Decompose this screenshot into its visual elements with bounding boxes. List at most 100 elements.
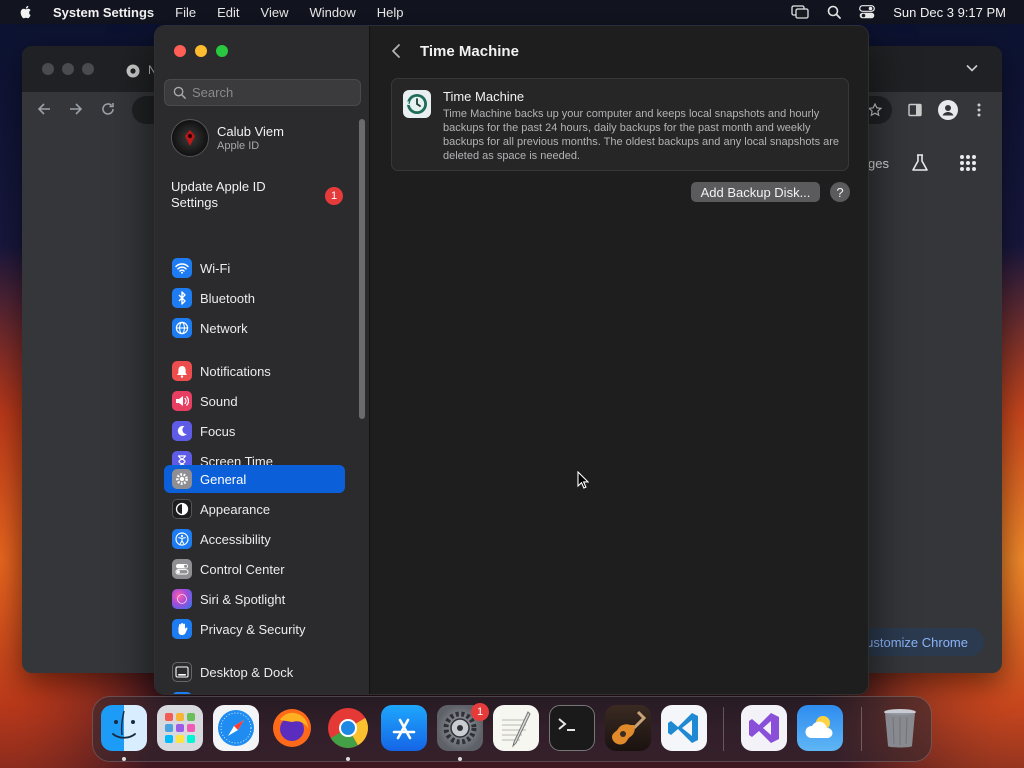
dock-chrome[interactable] <box>325 705 371 751</box>
bookmark-star-icon[interactable] <box>868 103 882 117</box>
siri-icon <box>172 589 192 609</box>
sidebar-item-next[interactable] <box>164 688 345 694</box>
sidebar-item-general[interactable]: General <box>164 465 345 493</box>
sidebar-item-wifi[interactable]: Wi-Fi <box>164 254 345 282</box>
apple-id-account[interactable]: Calub Viem Apple ID <box>171 119 284 157</box>
trash-icon <box>884 709 916 748</box>
chrome-minimize-button[interactable] <box>62 63 74 75</box>
sidebar-item-bluetooth[interactable]: Bluetooth <box>164 284 345 312</box>
sidebar-item-label: Control Center <box>200 561 285 577</box>
sidebar-item-label: General <box>200 471 247 487</box>
search-input[interactable] <box>192 85 352 100</box>
sidebar-item-siri-spotlight[interactable]: Siri & Spotlight <box>164 585 345 613</box>
chevron-down-icon[interactable] <box>966 64 978 72</box>
sidebar-item-sound[interactable]: Sound <box>164 387 345 415</box>
sidebar-item-label: Privacy & Security <box>200 621 306 637</box>
side-panel-icon[interactable] <box>908 103 922 117</box>
dock-trash[interactable] <box>877 705 923 751</box>
search-field[interactable] <box>164 79 361 106</box>
dock-launchpad[interactable] <box>157 705 203 751</box>
chrome-icon <box>328 708 368 748</box>
dock-app-store[interactable] <box>381 705 427 751</box>
visual-studio-icon <box>749 713 779 743</box>
dock-firefox[interactable] <box>269 705 315 751</box>
spotlight-search-icon[interactable] <box>827 5 842 19</box>
sidebar-item-appearance[interactable]: Appearance <box>164 495 345 523</box>
sidebar-item-notifications[interactable]: Notifications <box>164 357 345 385</box>
chrome-zoom-button[interactable] <box>82 63 94 75</box>
labs-flask-icon[interactable] <box>910 153 930 173</box>
dock-icon <box>172 662 192 682</box>
apps-grid-icon[interactable] <box>959 154 977 172</box>
chrome-favicon-icon <box>126 64 140 78</box>
launchpad-icon <box>165 713 195 743</box>
dock-vscode[interactable] <box>661 705 707 751</box>
settings-main-pane: Time Machine Time Machine Time Machine b… <box>371 26 868 694</box>
add-backup-disk-button[interactable]: Add Backup Disk... <box>691 182 820 202</box>
system-settings-window[interactable]: Calub Viem Apple ID Update Apple ID Sett… <box>154 25 869 695</box>
running-indicator <box>458 757 462 761</box>
profile-icon[interactable] <box>938 100 958 120</box>
sidebar-item-focus[interactable]: Focus <box>164 417 345 445</box>
sidebar-item-privacy-security[interactable]: Privacy & Security <box>164 615 345 643</box>
control-center-icon[interactable] <box>859 5 876 19</box>
minimize-button[interactable] <box>195 45 207 57</box>
update-apple-id-settings[interactable]: Update Apple ID Settings 1 <box>171 179 343 211</box>
menu-clock[interactable]: Sun Dec 3 9:17 PM <box>893 5 1006 20</box>
firefox-icon <box>273 709 311 747</box>
dock-finder[interactable] <box>101 705 147 751</box>
screen-mirroring-icon[interactable] <box>791 5 809 19</box>
dock-terminal[interactable] <box>549 705 595 751</box>
account-subtitle: Apple ID <box>217 140 260 152</box>
sidebar-item-desktop-dock[interactable]: Desktop & Dock <box>164 658 345 686</box>
guitar-icon <box>612 710 647 745</box>
window-controls[interactable] <box>174 45 228 57</box>
menu-window[interactable]: Window <box>309 5 355 20</box>
weather-cloud-sun-icon <box>805 716 833 738</box>
menu-bar: System Settings File Edit View Window He… <box>0 0 1024 24</box>
chrome-ntp-link-fragment[interactable]: ges <box>868 156 889 171</box>
time-machine-title: Time Machine <box>443 89 525 104</box>
bluetooth-icon <box>172 288 192 308</box>
sidebar-item-network[interactable]: Network <box>164 314 345 342</box>
back-arrow-icon[interactable] <box>36 101 52 117</box>
apple-logo-icon[interactable] <box>18 4 34 20</box>
menu-help[interactable]: Help <box>377 5 404 20</box>
running-indicator <box>346 757 350 761</box>
dock-safari[interactable] <box>213 705 259 751</box>
moon-icon <box>172 421 192 441</box>
more-vertical-icon[interactable] <box>977 103 981 117</box>
dock-weather[interactable] <box>797 705 843 751</box>
page-title: Time Machine <box>420 43 519 60</box>
menu-file[interactable]: File <box>175 5 196 20</box>
sidebar-item-label: Desktop & Dock <box>200 664 294 680</box>
menu-app-name[interactable]: System Settings <box>53 5 154 20</box>
time-machine-description: Time Machine backs up your computer and … <box>443 108 840 162</box>
sidebar-item-label: Appearance <box>200 501 271 517</box>
sidebar-item-label: Focus <box>200 423 236 439</box>
update-apple-id-label: Update Apple ID Settings <box>171 179 266 210</box>
back-chevron-icon[interactable] <box>389 42 403 60</box>
sidebar-item-label: Siri & Spotlight <box>200 591 286 607</box>
vscode-icon <box>668 713 698 743</box>
help-button[interactable]: ? <box>830 182 850 202</box>
menu-edit[interactable]: Edit <box>217 5 239 20</box>
menu-view[interactable]: View <box>261 5 289 20</box>
dock-separator <box>861 707 862 751</box>
settings-sidebar: Calub Viem Apple ID Update Apple ID Sett… <box>155 26 370 694</box>
close-button[interactable] <box>174 45 186 57</box>
zoom-button[interactable] <box>216 45 228 57</box>
dock-visual-studio[interactable] <box>741 705 787 751</box>
forward-arrow-icon[interactable] <box>68 101 84 117</box>
chrome-close-button[interactable] <box>42 63 54 75</box>
sidebar-scrollbar[interactable] <box>359 119 365 419</box>
accessibility-icon <box>172 529 192 549</box>
chrome-window-controls[interactable] <box>42 63 94 75</box>
sidebar-item-accessibility[interactable]: Accessibility <box>164 525 345 553</box>
sidebar-item-control-center[interactable]: Control Center <box>164 555 345 583</box>
reload-icon[interactable] <box>100 101 116 117</box>
dock-garageband[interactable] <box>605 705 651 751</box>
dock-textedit[interactable] <box>493 705 539 751</box>
globe-icon <box>172 318 192 338</box>
hand-icon <box>172 619 192 639</box>
